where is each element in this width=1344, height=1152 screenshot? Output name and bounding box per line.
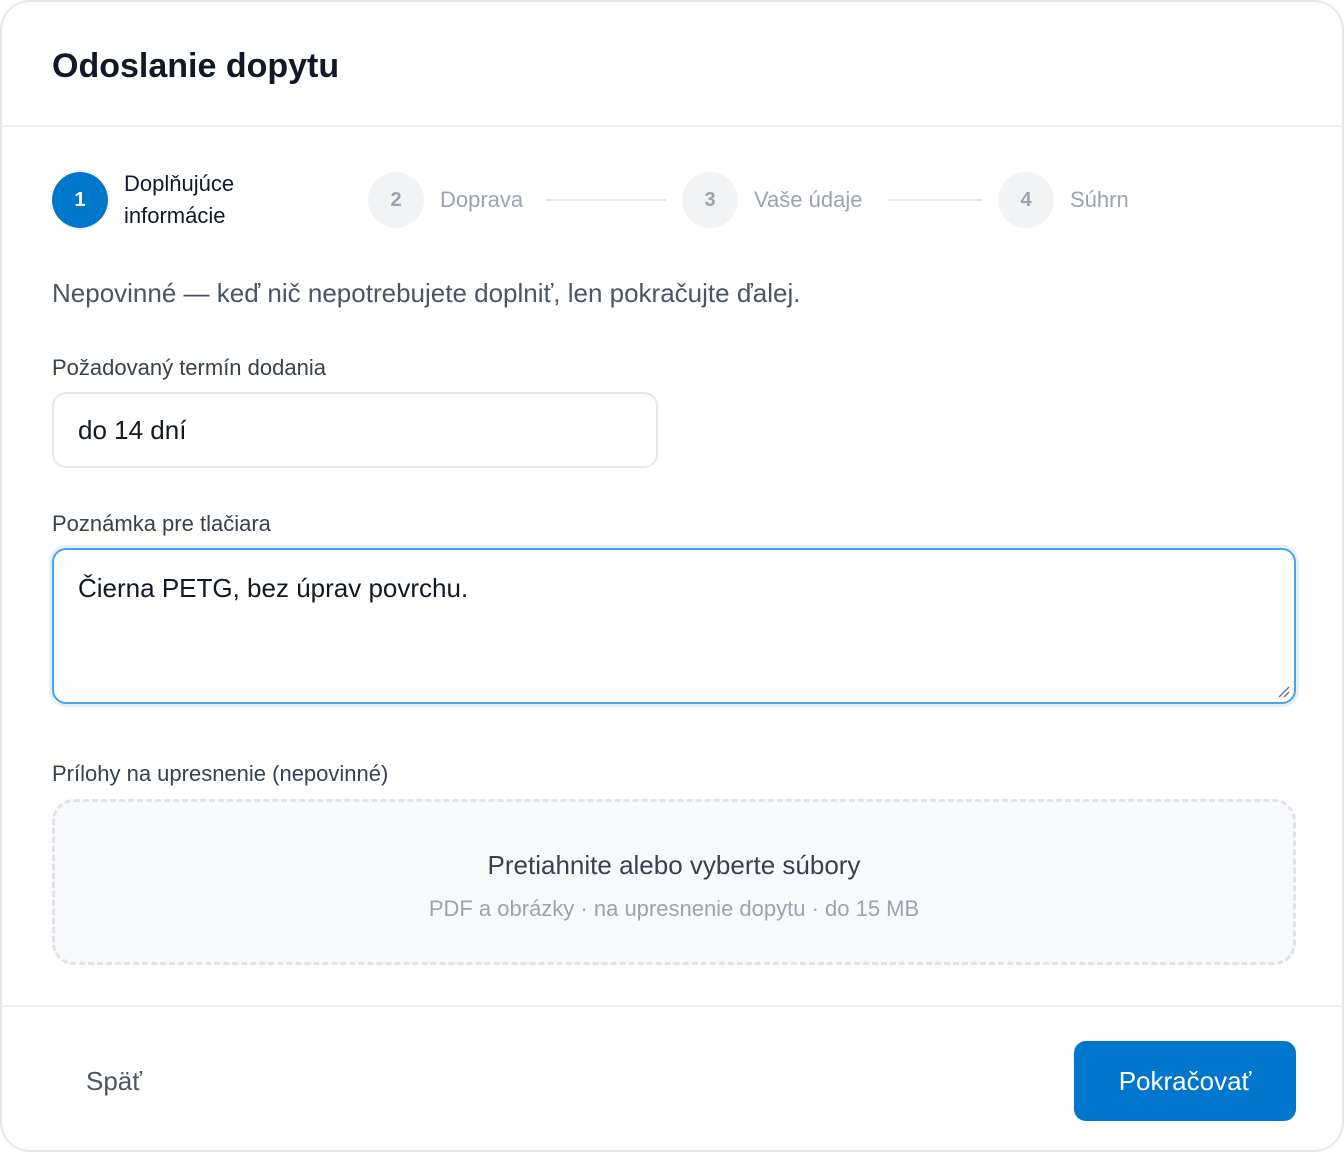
resize-handle-icon[interactable] [1276,684,1290,698]
step-your-details[interactable]: 3 Vaše údaje [682,168,862,232]
file-dropzone[interactable]: Pretiahnite alebo vyberte súbory PDF a o… [52,799,1296,965]
dialog-title: Odoslanie dopytu [52,47,340,85]
step-connector [546,199,666,201]
delivery-term-label: Požadovaný termín dodania [52,355,326,380]
back-button[interactable]: Späť [52,1041,176,1121]
continue-button[interactable]: Pokračovať [1074,1041,1296,1121]
step-label: Vaše údaje [754,187,863,212]
step-summary[interactable]: 4 Súhrn [998,168,1129,232]
dropzone-title: Pretiahnite alebo vyberte súbory [487,850,861,880]
step-number: 4 [998,172,1054,228]
printer-note-label: Poznámka pre tlačiara [52,511,271,536]
optional-hint: Nepovinné — keď nič nepotrebujete doplni… [52,278,801,308]
printer-note-textarea[interactable]: Čierna PETG, bez úprav povrchu. [52,548,1296,704]
attachments-label: Prílohy na upresnenie (nepovinné) [52,761,389,786]
delivery-term-value: do 14 dní [78,414,187,445]
step-number: 1 [52,172,108,228]
step-additional-info[interactable]: 1 Doplňujúce informácie [52,168,294,232]
step-label: Doprava [440,187,524,212]
step-number: 3 [682,172,738,228]
dropzone-subtitle: PDF a obrázky · na upresnenie dopytu · d… [428,896,920,921]
step-connector [888,199,982,201]
step-label: Doplňujúce informácie [124,171,235,228]
stepper: 1 Doplňujúce informácie 2 Doprava 3 Vaše… [52,168,1296,232]
dialog-footer: Späť Pokračovať [2,1005,1342,1150]
step-shipping[interactable]: 2 Doprava [368,168,523,232]
delivery-term-input[interactable]: do 14 dní [52,392,658,468]
inquiry-dialog: Odoslanie dopytu 1 Doplňujúce informácie… [0,0,1344,1152]
step-label: Súhrn [1070,187,1129,212]
step-number: 2 [368,172,424,228]
printer-note-value: Čierna PETG, bez úprav povrchu. [78,573,469,603]
dialog-header: Odoslanie dopytu [2,2,1342,127]
